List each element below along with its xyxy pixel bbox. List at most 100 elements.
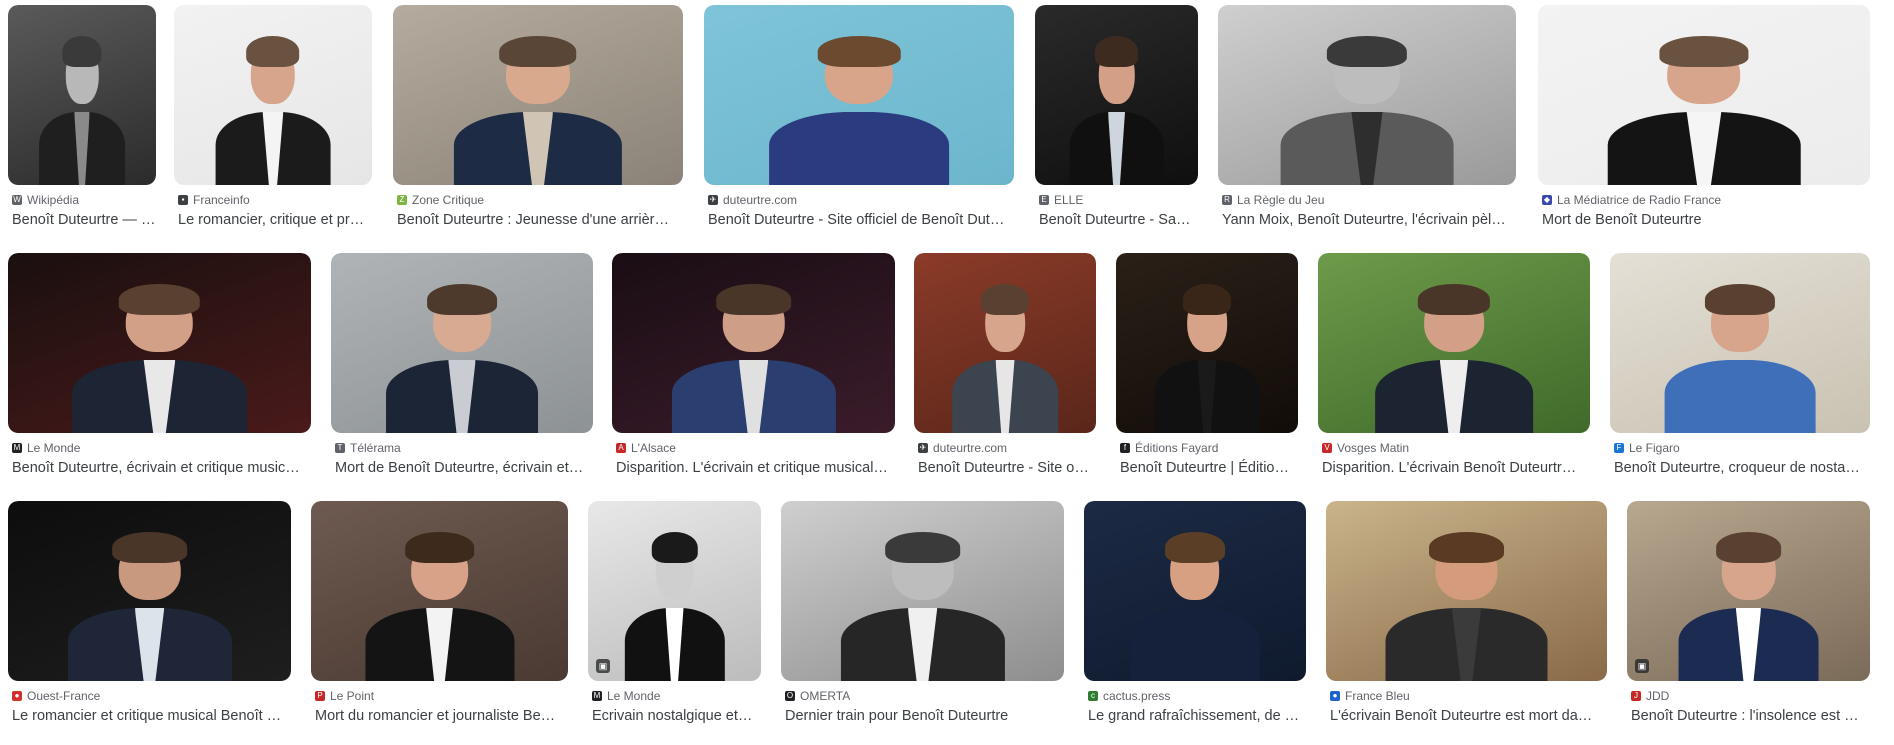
result-caption[interactable]: Mort de Benoît Duteurtre (1542, 211, 1870, 229)
result-thumbnail[interactable] (1035, 5, 1198, 185)
result-thumbnail[interactable] (1318, 253, 1590, 433)
result-thumbnail[interactable] (1218, 5, 1516, 185)
result-source: R La Règle du Jeu (1222, 192, 1516, 208)
result-caption[interactable]: Disparition. L'écrivain Benoît Duteurtr… (1322, 459, 1590, 477)
result-source: ● Ouest-France (12, 688, 291, 704)
result-thumbnail[interactable] (174, 5, 372, 185)
result-thumbnail[interactable] (1084, 501, 1306, 681)
result-caption[interactable]: Ecrivain nostalgique et… (592, 707, 761, 725)
portrait-figure (1664, 284, 1816, 433)
image-result-card[interactable]: R La Règle du Jeu Yann Moix, Benoît Duteu… (1218, 0, 1516, 235)
result-caption[interactable]: Benoît Duteurtre | Éditio… (1120, 459, 1298, 477)
result-caption[interactable]: Benoît Duteurtre - Site officiel de Beno… (708, 211, 1014, 229)
result-thumbnail[interactable] (8, 253, 311, 433)
result-caption[interactable]: Mort de Benoît Duteurtre, écrivain et… (335, 459, 593, 477)
result-source: P Le Point (315, 688, 568, 704)
result-caption[interactable]: Benoît Duteurtre, croqueur de nosta… (1614, 459, 1870, 477)
result-thumbnail[interactable] (393, 5, 683, 185)
portrait-figure (840, 532, 1005, 681)
result-source: F Le Figaro (1614, 440, 1870, 456)
result-source: f Éditions Fayard (1120, 440, 1298, 456)
result-caption[interactable]: Benoît Duteurtre - Sa… (1039, 211, 1198, 229)
source-favicon-icon: E (1039, 195, 1049, 205)
result-caption[interactable]: Benoît Duteurtre - Site o… (918, 459, 1096, 477)
image-result-card[interactable]: ▪ Franceinfo Le romancier, critique et pr… (174, 0, 372, 235)
result-source: M Le Monde (12, 441, 81, 455)
source-favicon-icon: ✈ (708, 195, 718, 205)
image-results-row: ● Ouest-France Le romancier et critique m… (0, 496, 1894, 731)
image-result-card[interactable]: O OMERTA Dernier train pour Benoît Duteur… (781, 496, 1064, 731)
portrait-figure (1154, 284, 1260, 433)
image-results-row: M Le Monde Benoît Duteurtre, écrivain et … (0, 248, 1894, 483)
result-thumbnail[interactable] (8, 5, 156, 185)
source-favicon-icon: ▪ (178, 195, 188, 205)
result-caption[interactable]: Mort du romancier et journaliste Be… (315, 707, 568, 725)
image-result-card[interactable]: P Le Point Mort du romancier et journalis… (311, 496, 568, 731)
image-result-card[interactable]: A L'Alsace Disparition. L'écrivain et cri… (612, 248, 895, 483)
source-favicon-icon: V (1322, 443, 1332, 453)
source-favicon-icon: ◆ (1542, 195, 1552, 205)
result-thumbnail[interactable] (1610, 253, 1870, 433)
result-caption[interactable]: Benoît Duteurtre : Jeunesse d'une arrièr… (397, 211, 683, 229)
image-result-card[interactable]: f Éditions Fayard Benoît Duteurtre | Édit… (1116, 248, 1298, 483)
result-thumbnail[interactable] (1116, 253, 1298, 433)
portrait-figure (1280, 36, 1454, 185)
source-favicon-icon: W (12, 195, 22, 205)
result-caption[interactable]: Benoît Duteurtre, écrivain et critique m… (12, 459, 311, 477)
result-source: Z Zone Critique (397, 192, 683, 208)
portrait-figure (769, 36, 949, 185)
source-favicon-icon: T (335, 443, 345, 453)
image-result-card[interactable]: F Le Figaro Benoît Duteurtre, croqueur de… (1610, 248, 1870, 483)
image-result-card[interactable]: c cactus.press Le grand rafraîchissement,… (1084, 496, 1306, 731)
result-source: ▪ Franceinfo (178, 192, 372, 208)
result-caption[interactable]: L'écrivain Benoît Duteurtre est mort da… (1330, 707, 1607, 725)
source-favicon-icon: O (785, 691, 795, 701)
result-thumbnail[interactable] (1538, 5, 1870, 185)
image-result-card[interactable]: ◆ La Médiatrice de Radio France Mort de B… (1538, 0, 1870, 235)
image-result-card[interactable]: ● France Bleu L'écrivain Benoît Duteurtre… (1326, 496, 1607, 731)
portrait-figure (952, 284, 1058, 433)
portrait-figure (215, 36, 331, 185)
image-result-card[interactable]: ✈ duteurtre.com Benoît Duteurtre - Site o… (914, 248, 1096, 483)
result-source: O OMERTA (785, 689, 851, 703)
image-result-card[interactable]: V Vosges Matin Disparition. L'écrivain Be… (1318, 248, 1590, 483)
portrait-figure (364, 532, 515, 681)
result-caption[interactable]: Dernier train pour Benoît Duteurtre (785, 707, 1064, 725)
source-favicon-icon: P (315, 691, 325, 701)
result-caption[interactable]: Le grand rafraîchissement, de … (1088, 707, 1306, 725)
image-result-card[interactable]: M Le Monde Benoît Duteurtre, écrivain et … (8, 248, 311, 483)
portrait-figure (1385, 532, 1548, 681)
portrait-figure (1678, 532, 1819, 681)
result-thumbnail[interactable] (1326, 501, 1607, 681)
portrait-figure (67, 532, 232, 681)
image-result-card[interactable]: T Télérama Mort de Benoît Duteurtre, écri… (331, 248, 593, 483)
result-thumbnail[interactable] (914, 253, 1096, 433)
result-caption[interactable]: Yann Moix, Benoît Duteurtre, l'écrivain … (1222, 211, 1516, 229)
result-thumbnail[interactable] (704, 5, 1014, 185)
result-thumbnail[interactable]: ▣ (1627, 501, 1870, 681)
result-caption[interactable]: Benoît Duteurtre : l'insolence est … (1631, 707, 1870, 725)
result-thumbnail[interactable] (8, 501, 291, 681)
result-thumbnail[interactable]: ▣ (588, 501, 761, 681)
result-thumbnail[interactable] (612, 253, 895, 433)
image-result-card[interactable]: ● Ouest-France Le romancier et critique m… (8, 496, 291, 731)
result-thumbnail[interactable] (781, 501, 1064, 681)
image-result-card[interactable]: ✈ duteurtre.com Benoît Duteurtre - Site o… (704, 0, 1014, 235)
result-thumbnail[interactable] (311, 501, 568, 681)
result-thumbnail[interactable] (331, 253, 593, 433)
result-caption[interactable]: Le romancier, critique et pr… (178, 211, 372, 229)
image-result-card[interactable]: ▣ J JDD Benoît Duteurtre : l'insolence es… (1627, 496, 1870, 731)
image-badge-icon: ▣ (1635, 659, 1649, 673)
result-source: A L'Alsace (616, 440, 895, 456)
result-caption[interactable]: Disparition. L'écrivain et critique musi… (616, 459, 895, 477)
image-result-card[interactable]: WWikipédia Benoît Duteurtre — Wikipédia (8, 0, 156, 235)
result-caption[interactable]: Benoît Duteurtre — Wikipédia (12, 211, 156, 229)
image-result-card[interactable]: Z Zone Critique Benoît Duteurtre : Jeunes… (393, 0, 683, 235)
result-caption[interactable]: Le romancier et critique musical Benoît … (12, 707, 291, 725)
image-result-card[interactable]: ▣ M Le Monde Ecrivain nostalgique et… (588, 496, 761, 731)
image-result-card[interactable]: E ELLE Benoît Duteurtre - Sa… (1035, 0, 1198, 235)
source-favicon-icon: Z (397, 195, 407, 205)
portrait-figure (1069, 36, 1164, 185)
portrait-figure (1130, 532, 1260, 681)
portrait-figure (671, 284, 836, 433)
